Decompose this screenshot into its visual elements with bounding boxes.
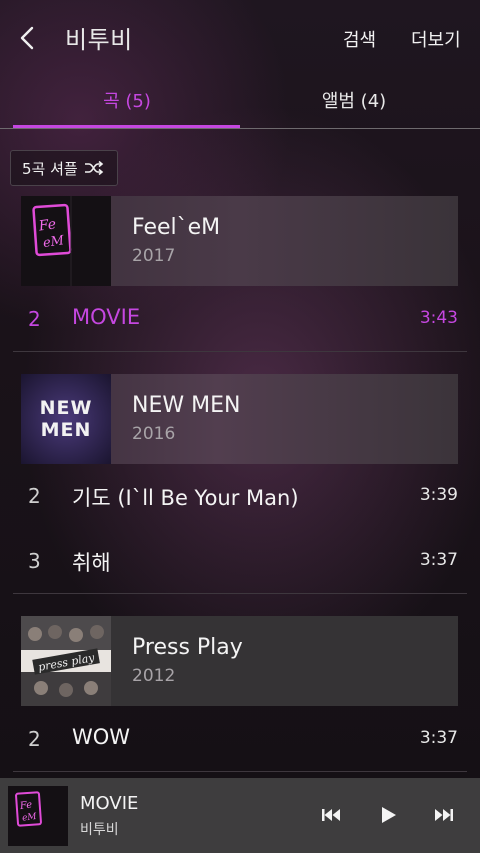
next-button[interactable] [431,802,457,828]
track-row-wow[interactable]: 2 WOW 3:37 [0,715,480,765]
mini-player[interactable]: Fe eM MOVIE 비투비 [0,778,480,853]
track-duration: 3:43 [419,308,458,328]
svg-text:MEN: MEN [41,419,92,441]
svg-text:NEW: NEW [40,397,93,419]
svg-text:eM: eM [22,812,39,824]
tab-albums[interactable]: 앨범 (4) [240,76,468,128]
album-title: NEW MEN [132,393,241,418]
track-row-chwihae[interactable]: 3 취해 3:37 [0,537,480,587]
svg-text:eM: eM [42,233,66,251]
track-duration: 3:39 [419,485,458,505]
album-art-press-play: press play [21,616,111,706]
play-icon [382,807,396,823]
svg-text:Fe: Fe [37,216,57,234]
tab-active-indicator [13,125,240,128]
search-button[interactable]: 검색 [343,26,376,52]
track-title: WOW [72,725,131,749]
mini-player-title: MOVIE [80,793,139,814]
track-duration: 3:37 [419,550,458,570]
track-number: 3 [28,549,41,573]
tabs-divider [0,128,480,129]
track-row-gido[interactable]: 2 기도 (I`ll Be Your Man) 3:39 [0,472,480,522]
skip-previous-icon [322,809,340,821]
track-number: 2 [28,727,41,751]
page-title: 비투비 [65,26,133,54]
album-card-press-play[interactable]: press play Press Play 2012 [21,616,458,706]
more-button[interactable]: 더보기 [411,26,461,52]
album-art-feelem: Fe eM [21,196,111,286]
album-card-new-men[interactable]: NEW MEN NEW MEN 2016 [21,374,458,464]
track-duration: 3:37 [419,728,458,748]
album-year: 2017 [132,246,176,266]
chevron-left-icon [20,26,34,50]
album-title: Press Play [132,635,243,660]
section-divider [13,351,467,352]
album-card-feelem[interactable]: Fe eM Feel`eM 2017 [21,196,458,286]
album-year: 2012 [132,666,176,686]
tab-bar: 곡 (5) 앨범 (4) [0,76,480,130]
mini-player-artist: 비투비 [80,822,119,838]
track-title: 취해 [72,551,111,575]
back-button[interactable] [12,22,44,54]
track-title: 기도 (I`ll Be Your Man) [72,486,299,510]
shuffle-label: 5곡 셔플 [22,159,78,178]
track-number: 2 [28,484,41,508]
top-bar: 비투비 검색 더보기 [0,0,480,76]
skip-next-icon [435,809,453,821]
album-year: 2016 [132,424,176,444]
previous-button[interactable] [318,802,344,828]
svg-text:Fe: Fe [18,799,33,812]
tab-songs[interactable]: 곡 (5) [13,76,241,128]
track-title: MOVIE [72,305,141,329]
section-divider [13,771,467,772]
album-title: Feel`eM [132,215,221,240]
track-number: 2 [28,307,41,331]
album-art-new-men: NEW MEN [21,374,111,464]
shuffle-icon [84,160,103,176]
play-button[interactable] [375,802,401,828]
track-row-movie[interactable]: 2 MOVIE 3:43 [0,295,480,345]
shuffle-button[interactable]: 5곡 셔플 [10,150,118,186]
mini-player-album-art: Fe eM [8,786,68,846]
section-divider [13,593,467,594]
